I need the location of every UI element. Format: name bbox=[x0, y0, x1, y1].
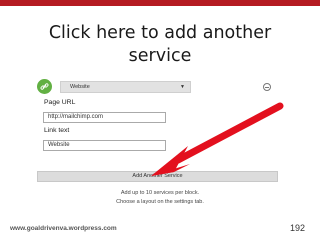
page-number: 192 bbox=[290, 223, 306, 233]
footer-url: www.goaldrivenva.wordpress.com bbox=[10, 225, 117, 232]
red-arrow-annotation bbox=[151, 102, 284, 176]
